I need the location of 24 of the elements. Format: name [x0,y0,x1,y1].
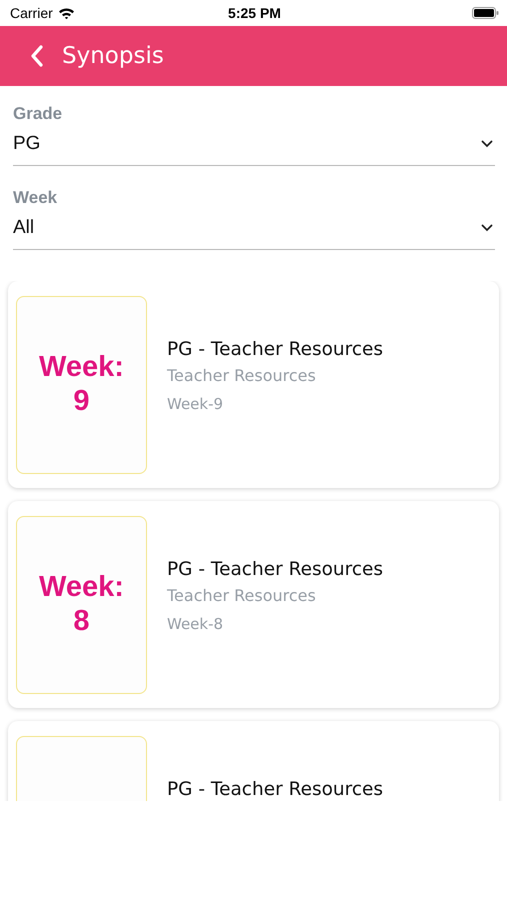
filter-label: Grade [13,104,64,124]
chevron-down-icon [481,224,493,232]
header-title: Synopsis [62,43,164,69]
status-time: 5:25 PM [228,5,281,21]
battery-icon [472,7,499,19]
card-title: PG - Teacher Resources [167,339,384,360]
week-badge-label: Week: 8 [39,571,124,638]
chevron-down-icon [481,140,493,148]
resource-card[interactable]: PG - Teacher Resources [8,721,499,801]
dropdown-field[interactable]: PG [13,124,495,166]
card-subtitle: Teacher Resources [167,366,317,385]
week-badge-label: Week: 9 [39,351,124,418]
card-subtitle: Teacher Resources [167,586,317,605]
card-title: PG - Teacher Resources [167,779,384,800]
resource-card[interactable]: Week: 8 PG - Teacher Resources Teacher Resources Week-8 [8,501,499,708]
carrier-label: Carrier [10,5,53,21]
wifi-icon [58,7,75,19]
back-icon[interactable] [30,45,44,67]
card-title: PG - Teacher Resources [167,559,384,580]
card-week: Week-9 [167,395,224,413]
card-week: Week-8 [167,615,224,633]
dropdown-field[interactable]: All [13,208,495,250]
resource-card[interactable]: Week: 9 PG - Teacher Resources Teacher Resources Week-9 [8,281,499,488]
filter-label: Week [13,188,58,208]
